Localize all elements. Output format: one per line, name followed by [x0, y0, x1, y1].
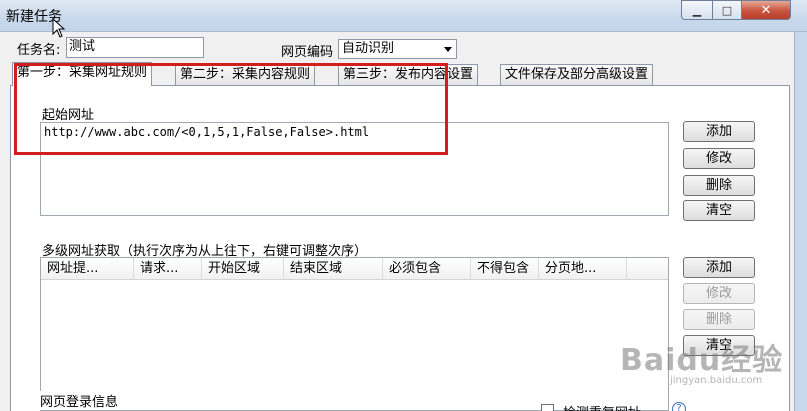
start-url-textarea[interactable]: http://www.abc.com/<0,1,5,1,False,False>…: [40, 122, 669, 216]
start-url-edit-button[interactable]: 修改: [683, 148, 755, 169]
task-name-label: 任务名:: [17, 43, 61, 58]
detect-duplicate-checkbox[interactable]: [541, 404, 554, 411]
start-url-title: 起始网址: [40, 104, 97, 123]
multilevel-edit-button[interactable]: 修改: [683, 283, 755, 304]
close-button[interactable]: ✕: [741, 0, 791, 20]
start-url-add-button[interactable]: 添加: [683, 121, 755, 142]
multilevel-delete-button[interactable]: 删除: [683, 309, 755, 330]
watermark-logo: Baidu经验: [620, 343, 784, 378]
column-header-must-not-contain[interactable]: 不得包含: [471, 258, 539, 280]
multilevel-listview[interactable]: 网址提... 请求... 开始区域 结束区域 必须包含 不得包含 分页地...: [40, 257, 669, 411]
column-header-must-contain[interactable]: 必须包含: [383, 258, 471, 280]
column-header-page-address[interactable]: 分页地...: [539, 258, 627, 280]
encoding-select-value: 自动识别: [342, 41, 395, 56]
login-info-title: 网页登录信息: [38, 391, 121, 410]
column-header-start-area[interactable]: 开始区域: [202, 258, 284, 280]
baidu-watermark: Baidu经验 jingyan.baidu.com: [620, 335, 784, 386]
tab-file-save-advanced[interactable]: 文件保存及部分高级设置: [500, 64, 654, 86]
chevron-down-icon: [444, 47, 452, 52]
maximize-button[interactable]: □: [712, 0, 742, 20]
tab-step1-url-rules[interactable]: 第一步：采集网址规则: [12, 62, 153, 86]
window-right-frame: [794, 32, 807, 411]
listview-header: 网址提... 请求... 开始区域 结束区域 必须包含 不得包含 分页地...: [41, 258, 668, 280]
start-url-value: http://www.abc.com/<0,1,5,1,False,False>…: [44, 125, 370, 139]
start-url-delete-button[interactable]: 删除: [683, 175, 755, 196]
mouse-cursor-icon: [52, 18, 66, 38]
encoding-label: 网页编码: [281, 45, 334, 60]
task-name-input[interactable]: 测试: [66, 37, 204, 58]
window-titlebar[interactable]: 新建任务 ▁ □ ✕: [0, 0, 807, 38]
column-header-url-extract[interactable]: 网址提...: [41, 258, 134, 280]
start-url-clear-button[interactable]: 清空: [683, 200, 755, 221]
minimize-button[interactable]: ▁: [681, 0, 713, 20]
help-icon[interactable]: ?: [672, 402, 686, 411]
watermark-url: jingyan.baidu.com: [670, 375, 763, 386]
detect-duplicate-label: 检测重复网址: [563, 402, 641, 411]
column-header-request[interactable]: 请求...: [134, 258, 202, 280]
encoding-select[interactable]: 自动识别: [338, 39, 457, 59]
tab-step2-content-rules[interactable]: 第二步：采集内容规则: [175, 64, 316, 86]
multilevel-add-button[interactable]: 添加: [683, 257, 755, 278]
tab-step3-publish-settings[interactable]: 第三步：发布内容设置: [338, 64, 479, 86]
column-header-end-area[interactable]: 结束区域: [284, 258, 383, 280]
